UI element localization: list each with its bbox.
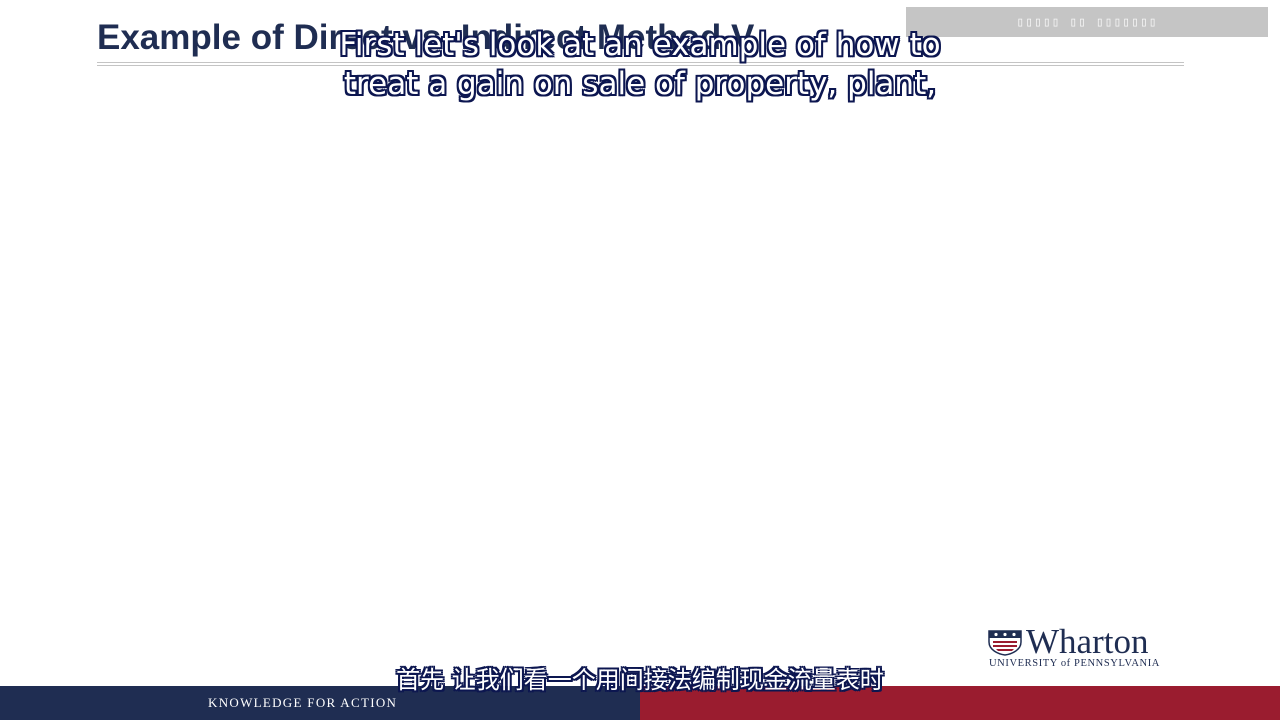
english-subtitle: First let's look at an example of how to… — [0, 26, 1280, 104]
english-subtitle-line-1: First let's look at an example of how to — [339, 27, 941, 63]
penn-shield-icon — [988, 630, 1022, 656]
english-subtitle-line-2: treat a gain on sale of property, plant, — [343, 66, 937, 102]
chinese-subtitle: 首先 让我们看一个用间接法编制现金流量表时 — [396, 666, 884, 694]
logo-wordmark: Wharton — [1026, 622, 1149, 661]
footer-tagline: KNOWLEDGE FOR ACTION — [208, 695, 398, 710]
